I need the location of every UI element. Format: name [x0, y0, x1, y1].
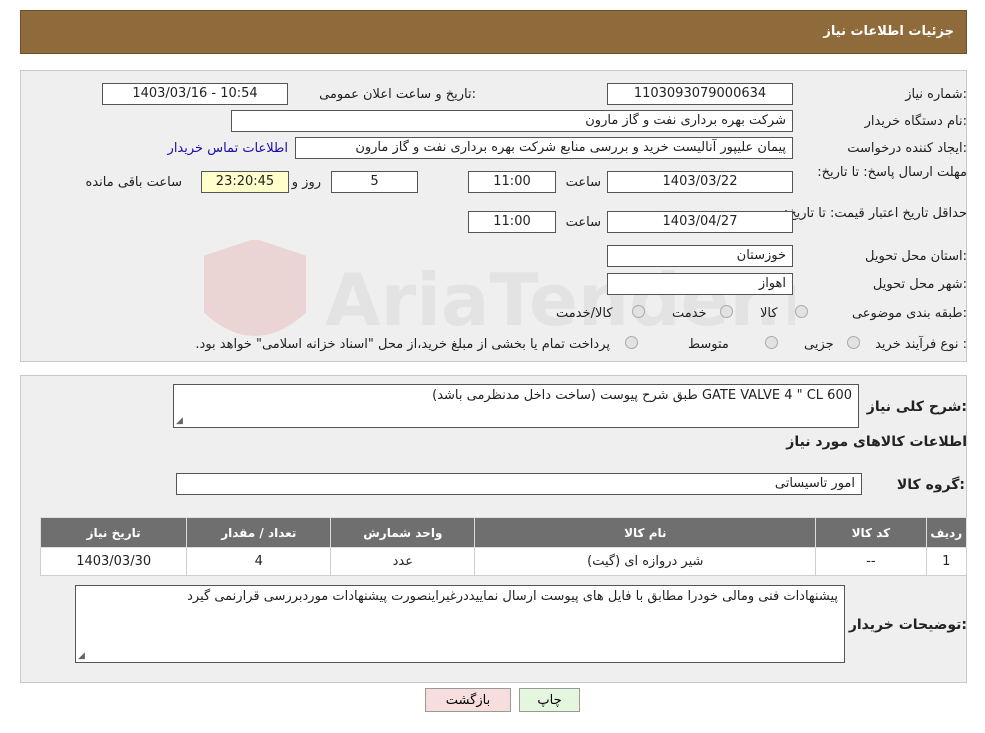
description-textarea: GATE VALVE 4 " CL 600 طبق شرح پیوست (ساخ… [173, 384, 859, 428]
category-option-service: خدمت [672, 306, 707, 321]
remaining-time-field: 23:20:45 [201, 171, 289, 193]
creator-label: ایجاد کننده درخواست: [847, 141, 967, 156]
category-radio-goods-service[interactable] [632, 305, 645, 318]
province-field: خوزستان [607, 245, 793, 267]
cell-quantity: 4 [186, 547, 332, 576]
need-number-label: شماره نیاز: [905, 87, 967, 102]
province-label: استان محل تحویل: [865, 249, 967, 264]
buyer-org-field: شرکت بهره برداری نفت و گاز مارون [231, 110, 793, 132]
validity-date-field: 1403/04/27 [607, 211, 793, 233]
category-label: طبقه بندی موضوعی: [851, 306, 967, 321]
announce-field: 1403/03/16 - 10:54 [102, 83, 288, 105]
col-header-item-name: نام کالا [474, 517, 817, 548]
cell-need-date: 1403/03/30 [39, 547, 188, 576]
contact-info-link[interactable]: اطلاعات تماس خریدار [168, 141, 288, 156]
city-field: اهواز [607, 273, 793, 295]
days-label: روز و [291, 175, 321, 190]
group-field: امور تاسیساتی [176, 473, 862, 495]
items-title: اطلاعات کالاهای مورد نیاز [786, 434, 967, 450]
print-button[interactable]: چاپ [519, 688, 580, 712]
resize-handle-icon[interactable]: ◢ [176, 416, 183, 426]
header-bar: جزئیات اطلاعات نیاز [20, 10, 967, 54]
cell-item-code: -- [815, 547, 927, 576]
back-button[interactable]: بازگشت [425, 688, 511, 712]
col-header-quantity: تعداد / مقدار [186, 517, 332, 548]
validity-time-label: ساعت [565, 215, 601, 230]
category-option-goods: کالا [760, 306, 778, 321]
cell-item-name: شیر دروازه ای (گیت) [474, 547, 817, 576]
cell-row-number: 1 [925, 547, 967, 576]
category-radio-service[interactable] [720, 305, 733, 318]
cell-unit: عدد [330, 547, 476, 576]
reply-time-field: 11:00 [468, 171, 556, 193]
city-label: شهر محل تحویل: [872, 277, 967, 292]
description-text: GATE VALVE 4 " CL 600 طبق شرح پیوست (ساخ… [432, 388, 852, 403]
buyer-notes-textarea: پیشنهادات فنی ومالی خودرا مطابق با فایل … [75, 585, 845, 663]
process-option-minor: جزیی [804, 337, 834, 352]
reply-deadline-label: مهلت ارسال پاسخ: تا تاریخ: [817, 165, 967, 180]
need-number-field: 1103093079000634 [607, 83, 793, 105]
reply-date-field: 1403/03/22 [607, 171, 793, 193]
col-header-unit: واحد شمارش [330, 517, 476, 548]
reply-time-label: ساعت [565, 175, 601, 190]
days-field: 5 [331, 171, 418, 193]
process-option-medium: متوسط [688, 337, 729, 352]
price-validity-label: حداقل تاریخ اعتبار قیمت: تا تاریخ: [783, 206, 967, 221]
buyer-notes-text: پیشنهادات فنی ومالی خودرا مطابق با فایل … [187, 589, 838, 604]
items-table: ردیف کد کالا نام کالا واحد شمارش تعداد /… [39, 517, 967, 576]
category-option-goods-service: کالا/خدمت [556, 306, 613, 321]
process-radio-medium[interactable] [765, 336, 778, 349]
category-radio-goods[interactable] [795, 305, 808, 318]
table-header-row: ردیف کد کالا نام کالا واحد شمارش تعداد /… [39, 517, 967, 548]
remaining-label: ساعت باقی مانده [85, 175, 182, 190]
group-label: گروه کالا: [896, 477, 965, 493]
process-label: نوع فرآیند خرید : [875, 337, 967, 352]
validity-time-field: 11:00 [468, 211, 556, 233]
buyer-notes-label: توضیحات خریدار: [848, 617, 967, 633]
creator-field: پیمان علیپور آنالیست خرید و بررسی منابع … [295, 137, 793, 159]
col-header-row-number: ردیف [925, 517, 967, 548]
description-label: شرح کلی نیاز: [866, 399, 967, 415]
process-radio-minor[interactable] [847, 336, 860, 349]
payment-note: پرداخت تمام یا بخشی از مبلغ خرید،از محل … [195, 337, 610, 352]
col-header-item-code: کد کالا [815, 517, 927, 548]
resize-handle-icon[interactable]: ◢ [78, 651, 85, 661]
table-row: 1 -- شیر دروازه ای (گیت) عدد 4 1403/03/3… [39, 547, 967, 576]
buyer-org-label: نام دستگاه خریدار: [864, 114, 967, 129]
page-title: جزئیات اطلاعات نیاز [823, 24, 954, 39]
col-header-need-date: تاریخ نیاز [39, 517, 188, 548]
announce-label: تاریخ و ساعت اعلان عمومی: [319, 87, 476, 102]
treasury-checkbox[interactable] [625, 336, 638, 349]
